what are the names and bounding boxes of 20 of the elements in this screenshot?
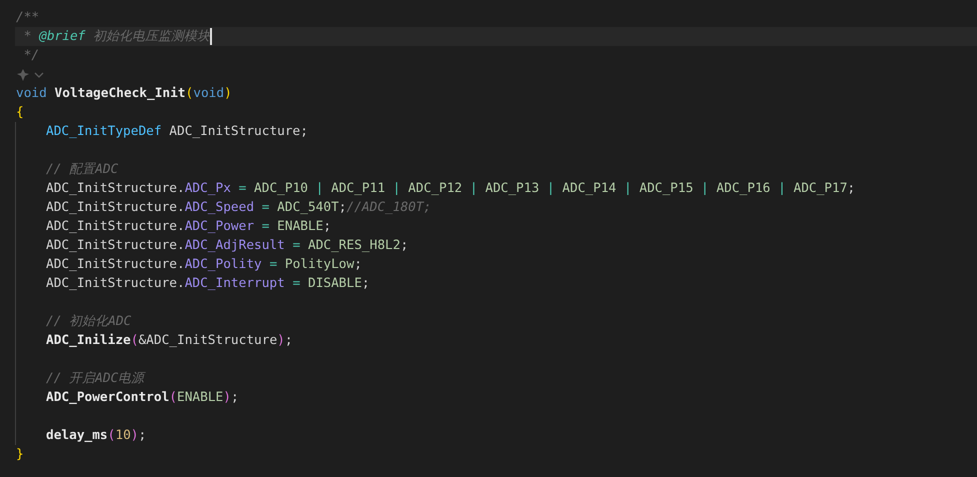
code-line: * @brief 初始化电压监测模块: [22, 28, 210, 46]
code-line: ADC_InitStructure.ADC_Speed = ADC_540T;//ADC_180T;: [46, 199, 432, 217]
code-line: delay_ms(10);: [46, 427, 146, 445]
code-line: }: [16, 446, 24, 464]
code-line: void VoltageCheck_Init(void): [16, 85, 232, 103]
code-line: {: [16, 104, 24, 122]
code-line: // 开启ADC电源: [46, 370, 144, 388]
code-line: ADC_PowerControl(ENABLE);: [46, 389, 239, 407]
code-line: */: [22, 47, 40, 65]
code-line: ADC_InitStructure.ADC_Polity = PolityLow;: [46, 256, 362, 274]
code-line: ADC_InitTypeDef ADC_InitStructure;: [46, 123, 308, 141]
code-line: ADC_InitStructure.ADC_Interrupt = DISABLE;: [46, 275, 370, 293]
code-line: ADC_InitStructure.ADC_AdjResult = ADC_RES_H8L2;: [46, 237, 408, 255]
code-line: ADC_InitStructure.ADC_Px = ADC_P10 | ADC_P11 | ADC_P12 | ADC_P13 | ADC_P14 | ADC_P15 | ADC_P16 | ADC_P17;: [46, 180, 856, 198]
code-line: /**: [16, 9, 40, 27]
code-line: ADC_Inilize(&ADC_InitStructure);: [46, 332, 293, 350]
code-line: ADC_InitStructure.ADC_Power = ENABLE;: [46, 218, 332, 236]
code-line: // 初始化ADC: [46, 313, 132, 331]
code-line: // 配置ADC: [46, 161, 118, 179]
sparkle-icon[interactable]: [16, 68, 46, 82]
